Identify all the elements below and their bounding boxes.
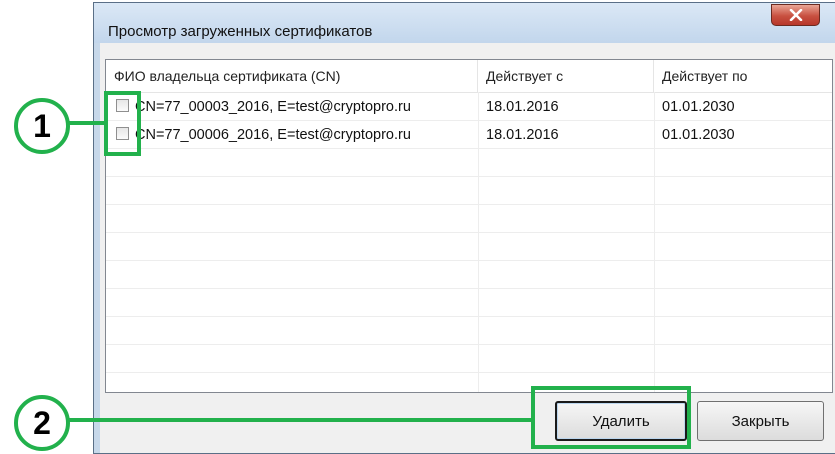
cell-valid-to: 01.01.2030 bbox=[662, 99, 735, 115]
dialog-title: Просмотр загруженных сертификатов bbox=[108, 23, 373, 40]
cell-cn: CN=77_00003_2016, E=test@cryptopro.ru bbox=[135, 99, 411, 115]
grid-line bbox=[106, 316, 832, 317]
close-window-button[interactable] bbox=[771, 4, 820, 26]
row-checkbox[interactable] bbox=[116, 99, 129, 112]
close-icon bbox=[789, 9, 802, 21]
grid-line bbox=[106, 372, 832, 373]
row-checkbox[interactable] bbox=[116, 127, 129, 140]
cell-valid-to: 01.01.2030 bbox=[662, 127, 735, 143]
cell-valid-from: 18.01.2016 bbox=[486, 99, 559, 115]
grid-line bbox=[106, 176, 832, 177]
title-bar: Просмотр загруженных сертификатов bbox=[94, 3, 835, 43]
grid-line bbox=[106, 260, 832, 261]
grid-line bbox=[106, 288, 832, 289]
grid-line bbox=[106, 204, 832, 205]
grid-line bbox=[106, 344, 832, 345]
certificates-list[interactable]: ФИО владельца сертификата (CN) Действует… bbox=[105, 59, 833, 393]
annotation-marker-1: 1 bbox=[14, 98, 70, 154]
column-header-valid-to[interactable]: Действует по bbox=[654, 60, 832, 92]
cell-valid-from: 18.01.2016 bbox=[486, 127, 559, 143]
table-row[interactable]: CN=77_00003_2016, E=test@cryptopro.ru 18… bbox=[106, 94, 832, 122]
table-row[interactable]: CN=77_00006_2016, E=test@cryptopro.ru 18… bbox=[106, 122, 832, 150]
grid-line bbox=[106, 232, 832, 233]
dialog-content: ФИО владельца сертификата (CN) Действует… bbox=[100, 43, 835, 453]
certificates-dialog: Просмотр загруженных сертификатов ФИО вл… bbox=[93, 2, 835, 454]
delete-button[interactable]: Удалить bbox=[555, 401, 687, 441]
cell-cn: CN=77_00006_2016, E=test@cryptopro.ru bbox=[135, 127, 411, 143]
annotation-marker-2: 2 bbox=[14, 395, 70, 451]
close-button[interactable]: Закрыть bbox=[697, 401, 824, 441]
column-header-valid-from[interactable]: Действует с bbox=[478, 60, 654, 92]
list-header: ФИО владельца сертификата (CN) Действует… bbox=[106, 60, 832, 93]
column-header-cn[interactable]: ФИО владельца сертификата (CN) bbox=[106, 60, 478, 92]
